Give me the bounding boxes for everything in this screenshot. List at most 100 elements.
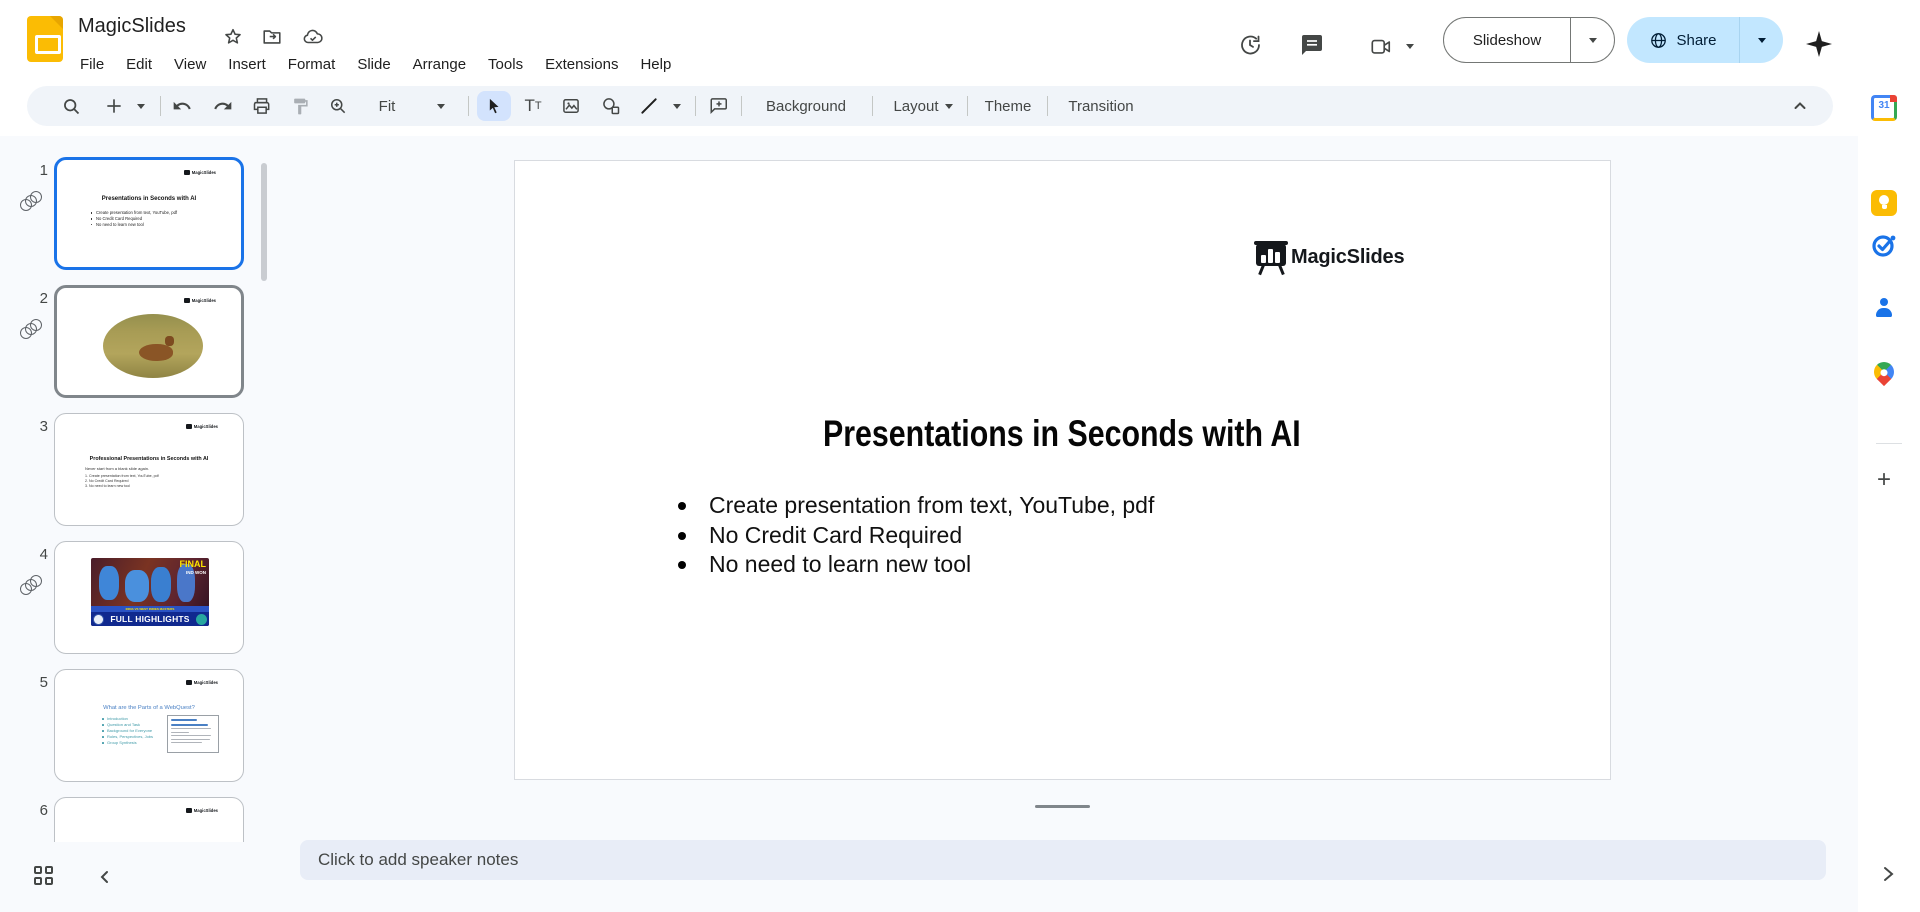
menu-tools[interactable]: Tools	[477, 52, 534, 78]
text-box-tool[interactable]: TT	[517, 86, 549, 126]
mini-logo-icon	[184, 298, 190, 303]
new-slide-caret[interactable]	[133, 86, 149, 126]
zoom-value: Fit	[375, 98, 400, 115]
get-add-ons-plus-icon[interactable]: +	[1872, 468, 1896, 492]
move-to-folder-icon[interactable]	[261, 26, 283, 48]
slide-title-textbox[interactable]: Presentations in Seconds with AI	[823, 413, 1301, 455]
mini-logo-icon	[186, 680, 192, 685]
grid-view-toggle-icon[interactable]	[34, 866, 55, 887]
slide-body-textbox[interactable]: Create presentation from text, YouTube, …	[675, 491, 1154, 580]
collapse-toolbar-chevron-icon[interactable]	[1785, 86, 1815, 126]
insert-line-icon[interactable]	[633, 86, 665, 126]
insert-line-caret[interactable]	[669, 86, 685, 126]
thumbnail-number: 5	[20, 674, 48, 691]
cricket-highlights-image: FINAL IND WON INDIA VS WEST INDIES MASTE…	[91, 558, 209, 626]
toolbar-divider	[741, 96, 742, 116]
menu-format[interactable]: Format	[277, 52, 347, 78]
slide-thumbnail-6[interactable]: MagicSlides	[54, 797, 244, 842]
slide-filmstrip: 1 MagicSlides Presentations in Seconds w…	[0, 140, 278, 842]
slideshow-dropdown-caret[interactable]	[1571, 38, 1614, 43]
slideshow-button[interactable]: Slideshow	[1444, 32, 1570, 49]
side-panel-divider	[1876, 443, 1902, 444]
star-icon[interactable]	[222, 26, 244, 48]
slide-thumbnail-4[interactable]: FINAL IND WON INDIA VS WEST INDIES MASTE…	[54, 541, 244, 654]
transition-indicator-icon[interactable]	[20, 575, 44, 597]
search-menus-icon[interactable]	[57, 86, 85, 126]
slide-thumbnail-5[interactable]: MagicSlides What are the Parts of a WebQ…	[54, 669, 244, 782]
slides-app-icon[interactable]	[27, 16, 63, 62]
google-tasks-icon[interactable]	[1871, 232, 1897, 258]
zoom-select-caret[interactable]	[433, 86, 449, 126]
undo-button[interactable]	[167, 86, 197, 126]
thumbnail-number: 1	[20, 162, 48, 179]
insert-comment-icon[interactable]	[703, 86, 735, 126]
share-button[interactable]: Share	[1627, 31, 1739, 50]
filmstrip-scrollbar[interactable]	[261, 163, 267, 281]
slide-thumbnail-3[interactable]: MagicSlides Professional Presentations i…	[54, 413, 244, 526]
menu-insert[interactable]: Insert	[217, 52, 277, 78]
slide-logo-text[interactable]: MagicSlides	[1291, 246, 1404, 269]
slide-bullet[interactable]: No Credit Card Required	[675, 521, 1154, 551]
mini-text-box	[167, 715, 219, 753]
zoom-icon[interactable]	[323, 86, 353, 126]
gemini-sparkle-icon[interactable]	[1806, 31, 1832, 57]
select-tool-button[interactable]	[477, 91, 511, 121]
speaker-notes[interactable]: Click to add speaker notes	[300, 840, 1826, 880]
comments-icon[interactable]	[1300, 33, 1324, 57]
transition-indicator-icon[interactable]	[20, 191, 44, 213]
show-side-panel-chevron-icon[interactable]	[1878, 864, 1898, 884]
redo-button[interactable]	[208, 86, 238, 126]
slide-thumbnail-2[interactable]: MagicSlides	[54, 285, 244, 398]
insert-shape-icon[interactable]	[595, 86, 627, 126]
thumbnail-number: 4	[20, 546, 48, 563]
new-slide-button[interactable]	[101, 86, 127, 126]
cloud-saved-icon[interactable]	[302, 26, 324, 48]
google-contacts-icon[interactable]	[1871, 296, 1897, 322]
menu-extensions[interactable]: Extensions	[534, 52, 629, 78]
meet-video-call-icon[interactable]	[1368, 36, 1392, 60]
menu-help[interactable]: Help	[629, 52, 682, 78]
theme-button[interactable]: Theme	[975, 86, 1041, 126]
menu-slide[interactable]: Slide	[346, 52, 401, 78]
menu-arrange[interactable]: Arrange	[402, 52, 477, 78]
transition-button[interactable]: Transition	[1055, 86, 1147, 126]
toolbar-divider	[967, 96, 968, 116]
layout-button[interactable]: Layout	[882, 86, 960, 126]
toolbar-divider	[468, 96, 469, 116]
slide-thumbnail-1[interactable]: MagicSlides Presentations in Seconds wit…	[54, 157, 244, 270]
toolbar-divider	[160, 96, 161, 116]
google-calendar-icon[interactable]: 31	[1871, 95, 1897, 121]
version-history-icon[interactable]	[1238, 33, 1262, 57]
document-title[interactable]: MagicSlides	[78, 12, 186, 40]
toolbar-divider	[1047, 96, 1048, 116]
paint-format-icon[interactable]	[285, 86, 315, 126]
background-button[interactable]: Background	[751, 86, 861, 126]
zoom-select[interactable]: Fit	[365, 86, 409, 126]
toolbar-divider	[872, 96, 873, 116]
magicslides-logo-icon	[1256, 244, 1286, 266]
google-maps-icon[interactable]	[1871, 360, 1897, 386]
thumbnail-number: 3	[20, 418, 48, 435]
google-keep-icon[interactable]	[1871, 190, 1897, 216]
toolbar-divider	[695, 96, 696, 116]
globe-icon	[1649, 31, 1668, 50]
notes-resize-handle[interactable]	[1035, 805, 1090, 808]
slide-bullet[interactable]: No need to learn new tool	[675, 550, 1154, 580]
collapse-filmstrip-chevron-icon[interactable]	[96, 868, 114, 886]
menu-bar: File Edit View Insert Format Slide Arran…	[69, 52, 682, 78]
menu-edit[interactable]: Edit	[115, 52, 163, 78]
thumbnail-number: 6	[20, 802, 48, 819]
toolbar: Fit TT Background Layout	[27, 86, 1833, 126]
insert-image-icon[interactable]	[555, 86, 587, 126]
slide-bullet[interactable]: Create presentation from text, YouTube, …	[675, 491, 1154, 521]
mini-logo-icon	[186, 808, 192, 813]
transition-indicator-icon[interactable]	[20, 319, 44, 341]
menu-file[interactable]: File	[69, 52, 115, 78]
menu-view[interactable]: View	[163, 52, 217, 78]
meet-dropdown-caret[interactable]	[1406, 44, 1414, 49]
slideshow-button-group: Slideshow	[1443, 17, 1615, 63]
slide-editor[interactable]: MagicSlides Presentations in Seconds wit…	[514, 160, 1611, 780]
share-dropdown-caret[interactable]	[1740, 38, 1783, 43]
deer-image	[103, 314, 203, 378]
print-icon[interactable]	[247, 86, 277, 126]
